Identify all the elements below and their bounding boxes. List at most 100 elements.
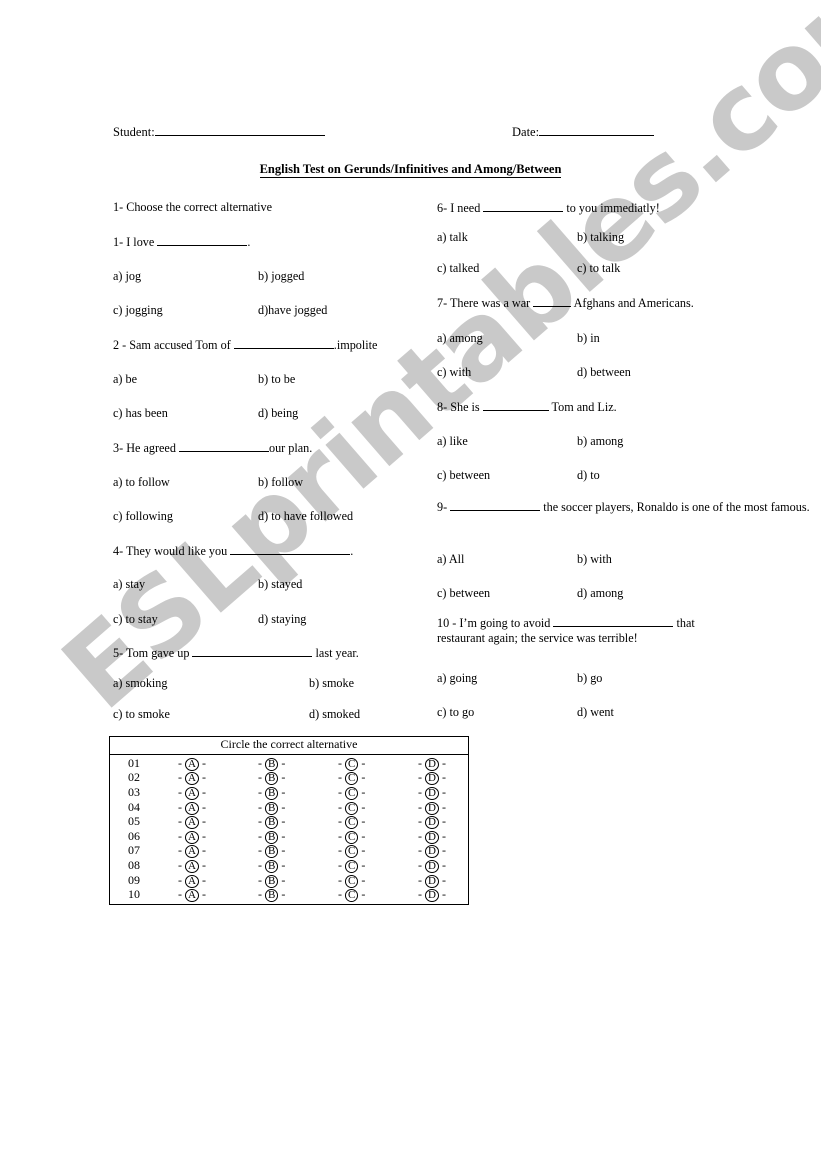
option-choice[interactable]: c) to talk <box>577 261 620 276</box>
bubble-letter[interactable]: B <box>265 889 279 903</box>
bubble-letter[interactable]: D <box>425 889 439 903</box>
answer-bubble[interactable]: - A - <box>178 800 206 815</box>
option-choice[interactable]: b) smoke <box>309 676 354 691</box>
bubble-letter[interactable]: B <box>265 845 279 859</box>
answer-bubble[interactable]: - D - <box>418 829 446 844</box>
option-choice[interactable]: a) stay <box>113 577 145 592</box>
option-choice[interactable]: d) being <box>258 406 298 421</box>
bubble-letter[interactable]: C <box>345 801 359 815</box>
answer-bubble[interactable]: - B - <box>258 756 285 771</box>
bubble-letter[interactable]: C <box>345 757 359 771</box>
bubble-letter[interactable]: C <box>345 830 359 844</box>
bubble-letter[interactable]: A <box>185 786 199 800</box>
answer-bubble[interactable]: - C - <box>338 785 365 800</box>
bubble-letter[interactable]: C <box>345 889 359 903</box>
option-choice[interactable]: b) talking <box>577 230 624 245</box>
answer-bubble[interactable]: - B - <box>258 814 285 830</box>
bubble-letter[interactable]: C <box>345 874 359 888</box>
option-choice[interactable]: a) like <box>437 434 468 449</box>
option-choice[interactable]: c) jogging <box>113 303 163 318</box>
answer-bubble[interactable]: - A - <box>178 756 206 771</box>
option-choice[interactable]: b) with <box>577 552 612 567</box>
option-choice[interactable]: c) with <box>437 365 471 380</box>
bubble-letter[interactable]: A <box>185 801 199 815</box>
option-choice[interactable]: c) talked <box>437 261 479 276</box>
bubble-letter[interactable]: D <box>425 816 439 830</box>
bubble-letter[interactable]: B <box>265 874 279 888</box>
bubble-letter[interactable]: D <box>425 874 439 888</box>
answer-bubble[interactable]: - C - <box>338 887 365 903</box>
bubble-letter[interactable]: C <box>345 816 359 830</box>
answer-bubble[interactable]: - B - <box>258 785 285 800</box>
option-choice[interactable]: c) to stay <box>113 612 158 627</box>
answer-bubble[interactable]: - D - <box>418 756 446 771</box>
answer-bubble[interactable]: - D - <box>418 785 446 800</box>
bubble-letter[interactable]: B <box>265 830 279 844</box>
answer-bubble[interactable]: - C - <box>338 843 365 859</box>
bubble-letter[interactable]: A <box>185 816 199 830</box>
option-choice[interactable]: d) staying <box>258 612 306 627</box>
option-choice[interactable]: b) stayed <box>258 577 302 592</box>
answer-bubble[interactable]: - A - <box>178 829 206 844</box>
option-choice[interactable]: d) to have followed <box>258 509 353 524</box>
option-choice[interactable]: c) between <box>437 468 490 483</box>
option-choice[interactable]: d) between <box>577 365 631 380</box>
answer-bubble[interactable]: - C - <box>338 770 365 786</box>
answer-bubble[interactable]: - D - <box>418 800 446 815</box>
option-choice[interactable]: a) jog <box>113 269 141 284</box>
answer-blank[interactable] <box>192 645 313 657</box>
answer-blank[interactable] <box>450 499 541 511</box>
answer-bubble[interactable]: - C - <box>338 814 365 830</box>
option-choice[interactable]: d) among <box>577 586 623 601</box>
answer-bubble[interactable]: - A - <box>178 785 206 800</box>
option-choice[interactable]: d)have jogged <box>258 303 327 318</box>
answer-bubble[interactable]: - C - <box>338 756 365 771</box>
answer-bubble[interactable]: - B - <box>258 770 285 786</box>
answer-bubble[interactable]: - C - <box>338 873 365 888</box>
answer-bubble[interactable]: - D - <box>418 770 446 786</box>
answer-bubble[interactable]: - A - <box>178 873 206 888</box>
bubble-letter[interactable]: A <box>185 845 199 859</box>
bubble-letter[interactable]: A <box>185 830 199 844</box>
student-input-line[interactable] <box>154 124 325 136</box>
bubble-letter[interactable]: C <box>345 859 359 873</box>
answer-bubble[interactable]: - B - <box>258 873 285 888</box>
answer-bubble[interactable]: - A - <box>178 770 206 786</box>
option-choice[interactable]: a) going <box>437 671 477 686</box>
answer-bubble[interactable]: - D - <box>418 873 446 888</box>
bubble-letter[interactable]: D <box>425 772 439 786</box>
bubble-letter[interactable]: A <box>185 757 199 771</box>
bubble-letter[interactable]: B <box>265 816 279 830</box>
bubble-letter[interactable]: A <box>185 772 199 786</box>
bubble-letter[interactable]: C <box>345 786 359 800</box>
answer-bubble[interactable]: - B - <box>258 858 285 873</box>
option-choice[interactable]: b) to be <box>258 372 295 387</box>
bubble-letter[interactable]: D <box>425 859 439 873</box>
answer-bubble[interactable]: - D - <box>418 843 446 859</box>
bubble-letter[interactable]: B <box>265 772 279 786</box>
bubble-letter[interactable]: D <box>425 757 439 771</box>
option-choice[interactable]: b) follow <box>258 475 303 490</box>
option-choice[interactable]: a) to follow <box>113 475 170 490</box>
bubble-letter[interactable]: D <box>425 786 439 800</box>
answer-blank[interactable] <box>230 543 351 555</box>
option-choice[interactable]: d) smoked <box>309 707 360 722</box>
answer-bubble[interactable]: - A - <box>178 887 206 903</box>
option-choice[interactable]: c) following <box>113 509 173 524</box>
answer-blank[interactable] <box>157 234 248 246</box>
answer-bubble[interactable]: - B - <box>258 887 285 903</box>
answer-blank[interactable] <box>233 337 334 349</box>
option-choice[interactable]: a) talk <box>437 230 468 245</box>
option-choice[interactable]: a) be <box>113 372 137 387</box>
bubble-letter[interactable]: B <box>265 786 279 800</box>
option-choice[interactable]: c) to go <box>437 705 474 720</box>
answer-bubble[interactable]: - C - <box>338 800 365 815</box>
option-choice[interactable]: b) in <box>577 331 600 346</box>
date-input-line[interactable] <box>539 124 655 136</box>
answer-blank[interactable] <box>533 295 572 307</box>
answer-bubble[interactable]: - D - <box>418 814 446 830</box>
answer-blank[interactable] <box>553 615 674 627</box>
answer-bubble[interactable]: - B - <box>258 829 285 844</box>
option-choice[interactable]: c) has been <box>113 406 168 421</box>
answer-bubble[interactable]: - A - <box>178 814 206 830</box>
